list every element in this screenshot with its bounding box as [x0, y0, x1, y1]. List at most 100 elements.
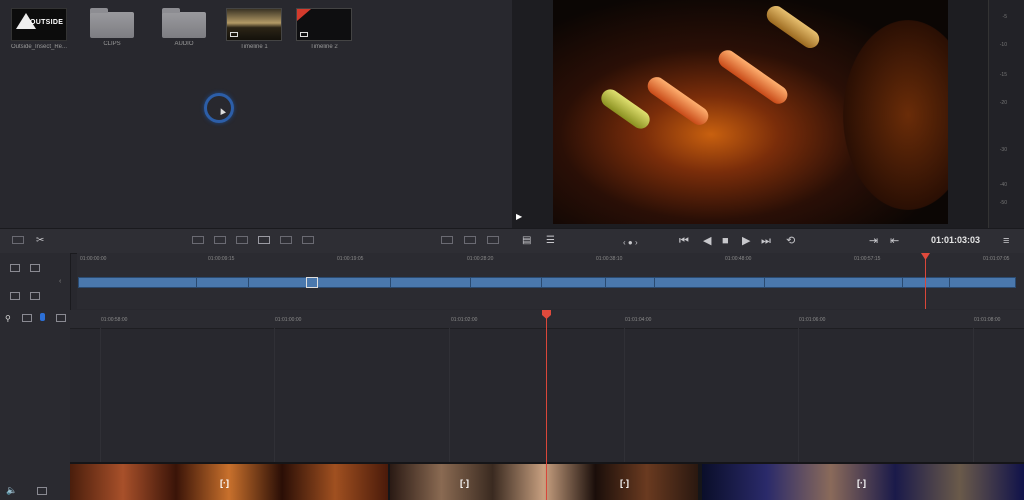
- link-icon[interactable]: ⚲: [5, 314, 11, 323]
- effect-icon[interactable]: [441, 236, 453, 244]
- ruler-label: 01:00:58:00: [101, 317, 128, 323]
- menu-icon[interactable]: ≡: [1003, 235, 1009, 247]
- viewport-indicator[interactable]: [306, 277, 318, 288]
- effect-icon: [·]: [857, 478, 866, 488]
- edit-tool-icon[interactable]: [302, 236, 314, 244]
- meter-tick: -15: [999, 72, 1007, 78]
- ruler-label: 01:00:00:00: [80, 256, 107, 262]
- step-back-icon[interactable]: ◀: [703, 235, 711, 247]
- overview-playhead[interactable]: [925, 253, 926, 309]
- meter-tick: -5: [1002, 14, 1007, 20]
- grid-line: [449, 328, 450, 462]
- folder-icon: [90, 8, 134, 38]
- next-edit-icon[interactable]: ⇤: [890, 235, 899, 247]
- collapse-icon[interactable]: ‹: [59, 278, 61, 285]
- clip-segment[interactable]: [·]: [702, 464, 1024, 500]
- overview-clip-track[interactable]: [78, 277, 1016, 288]
- ruler-label: 01:00:28:20: [467, 256, 494, 262]
- clip-divider: [390, 278, 391, 287]
- stop-icon[interactable]: ■: [722, 235, 729, 247]
- ruler-label: 01:00:19:05: [337, 256, 364, 262]
- detail-playhead[interactable]: [546, 310, 547, 500]
- video-track[interactable]: [·] [·] [·] [·]: [70, 462, 1024, 500]
- clip-segment[interactable]: [·]: [70, 464, 388, 500]
- effect-icon[interactable]: [464, 236, 476, 244]
- meter-tick: -40: [999, 182, 1007, 188]
- clip-segment[interactable]: [·] [·]: [390, 464, 698, 500]
- ruler-label: 01:00:38:10: [596, 256, 623, 262]
- ruler-label: 01:01:07:05: [983, 256, 1010, 262]
- track-video-icon[interactable]: [56, 314, 66, 322]
- timeline-thumbnail: [226, 8, 282, 41]
- timecode-display: 01:01:03:03: [930, 235, 980, 245]
- edit-tool-icon[interactable]: [280, 236, 292, 244]
- timeline-1-item[interactable]: Timeline 1: [225, 8, 283, 50]
- clip-divider: [248, 278, 249, 287]
- play-icon[interactable]: ▶: [742, 235, 750, 247]
- ruler-label: 01:00:57:15: [854, 256, 881, 262]
- loop-icon[interactable]: ⟲: [786, 235, 795, 247]
- fast-forward-icon[interactable]: ⏭: [761, 235, 771, 247]
- edit-tool-icon[interactable]: [192, 236, 204, 244]
- audio-monitor-icon[interactable]: [40, 313, 45, 321]
- effect-icon[interactable]: [487, 236, 499, 244]
- split-view-icon[interactable]: ▤: [522, 235, 531, 247]
- ruler-label: 01:01:04:00: [625, 317, 652, 323]
- track-tool-icon[interactable]: [30, 264, 40, 272]
- viewer-mode-icon[interactable]: ▶: [516, 212, 522, 221]
- clip-label: Outside_Insect_Re...: [10, 44, 68, 50]
- timeline-label: Timeline 2: [310, 44, 338, 50]
- timeline-thumbnail: [296, 8, 352, 41]
- track-tool-icon[interactable]: [30, 292, 40, 300]
- meter-tick: -50: [999, 200, 1007, 206]
- edit-tool-icon[interactable]: [258, 236, 270, 244]
- grid-line: [624, 328, 625, 462]
- previous-edit-icon[interactable]: ⇥: [869, 235, 878, 247]
- food-image: [644, 73, 712, 129]
- grid-line: [274, 328, 275, 462]
- folder-clips[interactable]: CLIPS: [83, 8, 141, 47]
- track-display-icon[interactable]: [37, 487, 47, 495]
- ruler-label: 01:01:02:00: [451, 317, 478, 323]
- first-frame-icon[interactable]: ⏮: [679, 235, 689, 247]
- shadow-shape: [843, 20, 948, 210]
- timeline-2-item[interactable]: Timeline 2: [295, 8, 353, 50]
- track-tool-icon[interactable]: [10, 264, 20, 272]
- edit-tool-icon[interactable]: [214, 236, 226, 244]
- clip-outside-insect[interactable]: OUTSIDE Outside_Insect_Re...: [10, 8, 68, 50]
- volume-icon[interactable]: 🔈: [6, 485, 17, 496]
- effect-icon: [·]: [620, 478, 629, 488]
- clip-thumbnail: OUTSIDE: [11, 8, 67, 41]
- toolbar: ✂ ▤ ☰ ‹ ● › ⏮ ◀ ■ ▶ ⏭ ⟲ ⇥ ⇤ 01:01:03:03 …: [0, 228, 1024, 254]
- track-controls: 🔈: [0, 482, 70, 500]
- food-image: [763, 2, 823, 52]
- jog-control-icon[interactable]: ‹ ● ›: [623, 237, 638, 249]
- video-frame: [553, 0, 948, 224]
- ruler-label: 01:01:08:00: [974, 317, 1001, 323]
- timeline-label: Timeline 1: [240, 44, 268, 50]
- effect-icon: [·]: [460, 478, 469, 488]
- folder-audio[interactable]: AUDIO: [155, 8, 213, 47]
- food-image: [715, 46, 791, 108]
- grid-line: [973, 328, 974, 462]
- track-tool-icon[interactable]: [10, 292, 20, 300]
- settings-icon[interactable]: ☰: [546, 235, 555, 247]
- effect-icon: [·]: [220, 478, 229, 488]
- clip-divider: [541, 278, 542, 287]
- ruler-label: 01:00:48:00: [725, 256, 752, 262]
- logo-text: OUTSIDE: [30, 19, 64, 26]
- detail-timeline[interactable]: [70, 310, 1024, 462]
- timeline-icon: [300, 32, 308, 37]
- clip-divider: [654, 278, 655, 287]
- meter-tick: -10: [999, 42, 1007, 48]
- food-image: [597, 85, 654, 133]
- grid-line: [798, 328, 799, 462]
- track-lock-icon[interactable]: [22, 314, 32, 322]
- clip-divider: [902, 278, 903, 287]
- ruler-label: 01:01:06:00: [799, 317, 826, 323]
- edit-tool-icon[interactable]: [236, 236, 248, 244]
- timeline-view-icon[interactable]: [12, 236, 24, 244]
- meter-tick: -30: [999, 147, 1007, 153]
- scissors-icon[interactable]: ✂: [36, 235, 44, 247]
- ruler-label: 01:00:09:15: [208, 256, 235, 262]
